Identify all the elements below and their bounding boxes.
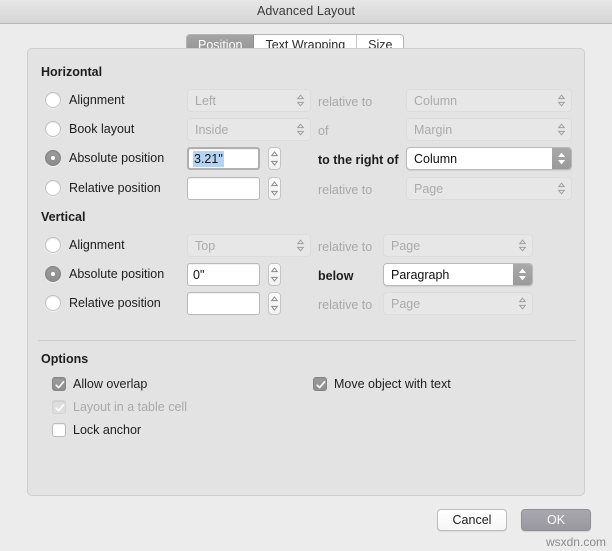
dropdown-vertical-relative-position-target[interactable]: Page <box>383 292 533 315</box>
window-titlebar: Advanced Layout <box>0 0 612 24</box>
dropdown-vertical-alignment-value[interactable]: Top <box>187 234 311 257</box>
dropdown-horizontal-absolute-position-target-text: Column <box>414 151 458 166</box>
checkbox-row-layout-in-table-cell: Layout in a table cell <box>52 397 187 417</box>
dropdown-horizontal-alignment-target[interactable]: Column <box>406 89 572 112</box>
chevron-up-down-icon <box>513 264 532 285</box>
radio-vertical-absolute-position-label: Absolute position <box>69 267 165 281</box>
checkbox-lock-anchor-label: Lock anchor <box>73 423 142 437</box>
label-horizontal-absolute-position-relation: to the right of <box>318 153 399 167</box>
input-horizontal-relative-position[interactable] <box>187 177 260 200</box>
chevron-up-down-icon <box>291 235 310 256</box>
horizontal-row-alignment: Alignment <box>45 87 125 113</box>
dropdown-vertical-relative-position-target-text: Page <box>391 296 421 311</box>
input-vertical-absolute-position[interactable]: 0" <box>187 263 260 286</box>
position-panel: Horizontal Alignment Left relative to Co… <box>27 48 585 496</box>
horizontal-row-relative-position: Relative position <box>45 175 161 201</box>
chevron-up-down-icon <box>513 235 532 256</box>
checkbox-row-move-object-with-text[interactable]: Move object with text <box>313 374 451 394</box>
stepper-horizontal-absolute-position[interactable] <box>268 147 281 170</box>
radio-horizontal-book-layout[interactable] <box>45 121 61 137</box>
dropdown-horizontal-relative-position-target-text: Page <box>414 181 444 196</box>
checkbox-move-object-with-text-label: Move object with text <box>334 377 451 391</box>
vertical-row-absolute-position: Absolute position <box>45 261 164 287</box>
dropdown-horizontal-book-layout-value-text: Inside <box>195 122 229 137</box>
vertical-row-alignment: Alignment <box>45 232 125 258</box>
dropdown-horizontal-absolute-position-target[interactable]: Column <box>406 147 572 170</box>
checkbox-row-lock-anchor[interactable]: Lock anchor <box>52 420 141 440</box>
chevron-up-down-icon <box>291 90 310 111</box>
radio-vertical-absolute-position[interactable] <box>45 266 61 282</box>
dropdown-vertical-alignment-value-text: Top <box>195 238 216 253</box>
ok-button[interactable]: OK <box>521 509 591 531</box>
chevron-up-down-icon <box>552 148 571 169</box>
label-horizontal-book-layout-relation: of <box>318 124 329 138</box>
radio-vertical-relative-position[interactable] <box>45 295 61 311</box>
stepper-vertical-absolute-position[interactable] <box>268 263 281 286</box>
checkbox-layout-in-table-cell-label: Layout in a table cell <box>73 400 187 414</box>
label-vertical-alignment-relation: relative to <box>318 240 373 254</box>
checkbox-row-allow-overlap[interactable]: Allow overlap <box>52 374 147 394</box>
options-section-title: Options <box>41 352 89 366</box>
radio-vertical-relative-position-label: Relative position <box>69 296 161 310</box>
radio-vertical-alignment-label: Alignment <box>69 238 125 252</box>
label-vertical-relative-position-relation: relative to <box>318 298 373 312</box>
dropdown-vertical-absolute-position-target[interactable]: Paragraph <box>383 263 533 286</box>
chevron-up-down-icon <box>552 90 571 111</box>
chevron-up-down-icon <box>513 293 532 314</box>
label-vertical-absolute-position-relation: below <box>318 269 354 283</box>
checkbox-layout-in-table-cell <box>52 400 66 414</box>
radio-horizontal-relative-position-label: Relative position <box>69 181 161 195</box>
dropdown-horizontal-alignment-value[interactable]: Left <box>187 89 311 112</box>
radio-horizontal-absolute-position-label: Absolute position <box>69 151 165 165</box>
dropdown-vertical-absolute-position-target-text: Paragraph <box>391 267 450 282</box>
horizontal-row-absolute-position: Absolute position <box>45 145 164 171</box>
dropdown-horizontal-alignment-value-text: Left <box>195 93 216 108</box>
radio-horizontal-alignment-label: Alignment <box>69 93 125 107</box>
vertical-section-title: Vertical <box>41 210 86 224</box>
dropdown-vertical-alignment-target-text: Page <box>391 238 421 253</box>
stepper-horizontal-relative-position[interactable] <box>268 177 281 200</box>
watermark: wsxdn.com <box>545 535 606 549</box>
radio-horizontal-alignment[interactable] <box>45 92 61 108</box>
dropdown-horizontal-alignment-target-text: Column <box>414 93 458 108</box>
dropdown-horizontal-book-layout-value[interactable]: Inside <box>187 118 311 141</box>
dropdown-vertical-alignment-target[interactable]: Page <box>383 234 533 257</box>
input-horizontal-absolute-position[interactable]: 3.21" <box>187 147 260 170</box>
radio-horizontal-absolute-position[interactable] <box>45 150 61 166</box>
input-vertical-relative-position-value <box>192 303 194 305</box>
label-horizontal-alignment-relation: relative to <box>318 95 373 109</box>
options-divider <box>38 340 576 341</box>
checkbox-allow-overlap[interactable] <box>52 377 66 391</box>
horizontal-row-book-layout: Book layout <box>45 116 134 142</box>
label-horizontal-relative-position-relation: relative to <box>318 183 373 197</box>
dropdown-horizontal-book-layout-target-text: Margin <box>414 122 453 137</box>
horizontal-section-title: Horizontal <box>41 65 103 79</box>
vertical-row-relative-position: Relative position <box>45 290 161 316</box>
radio-horizontal-book-layout-label: Book layout <box>69 122 135 136</box>
dropdown-horizontal-book-layout-target[interactable]: Margin <box>406 118 572 141</box>
input-horizontal-relative-position-value <box>192 188 194 190</box>
checkbox-allow-overlap-label: Allow overlap <box>73 377 148 391</box>
radio-horizontal-relative-position[interactable] <box>45 180 61 196</box>
window-title: Advanced Layout <box>256 4 356 18</box>
checkbox-move-object-with-text[interactable] <box>313 377 327 391</box>
checkbox-lock-anchor[interactable] <box>52 423 66 437</box>
input-vertical-relative-position[interactable] <box>187 292 260 315</box>
chevron-up-down-icon <box>291 119 310 140</box>
chevron-up-down-icon <box>552 119 571 140</box>
cancel-button[interactable]: Cancel <box>437 509 507 531</box>
chevron-up-down-icon <box>552 178 571 199</box>
dropdown-horizontal-relative-position-target[interactable]: Page <box>406 177 572 200</box>
input-horizontal-absolute-position-value: 3.21" <box>193 150 224 167</box>
radio-vertical-alignment[interactable] <box>45 237 61 253</box>
stepper-vertical-relative-position[interactable] <box>268 292 281 315</box>
input-vertical-absolute-position-value: 0" <box>193 267 205 282</box>
advanced-layout-dialog: Advanced Layout Position Text Wrapping S… <box>0 0 612 551</box>
